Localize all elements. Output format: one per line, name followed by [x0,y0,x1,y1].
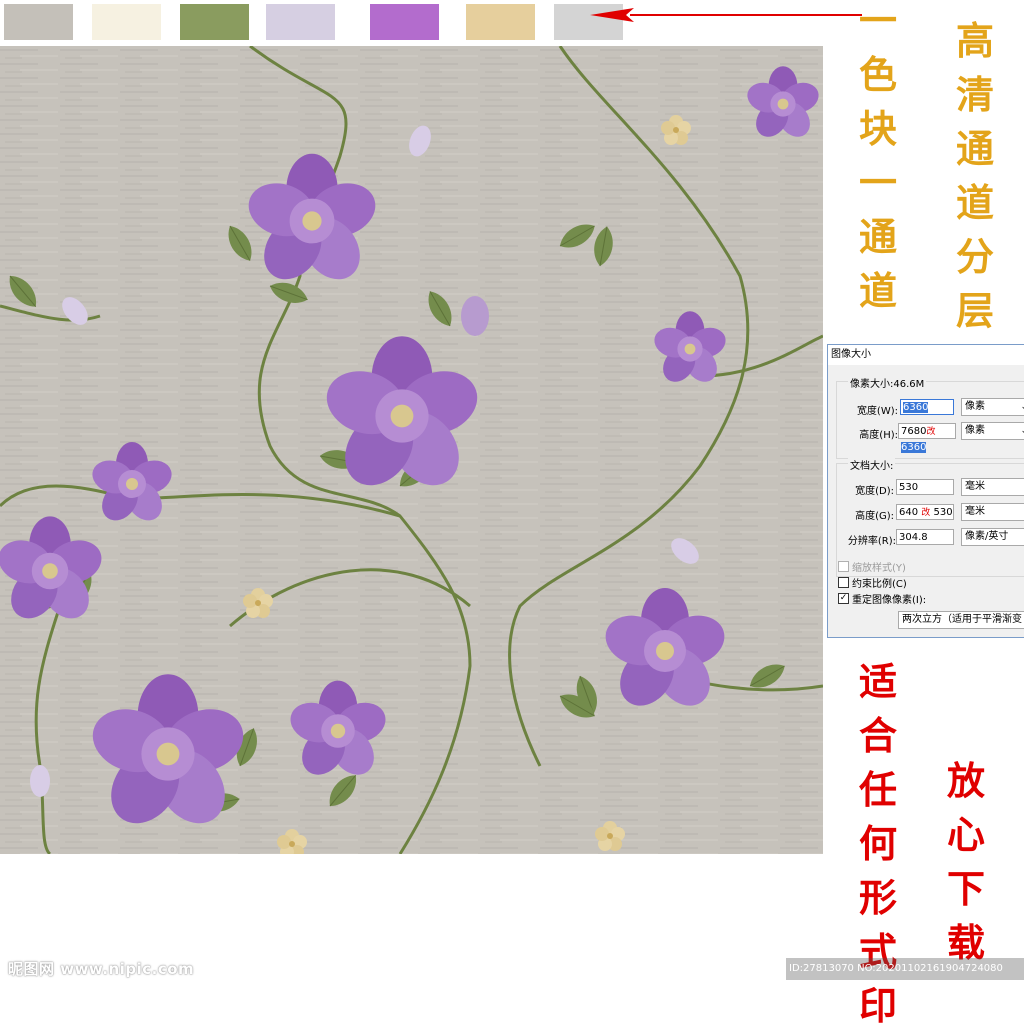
width-unit-value: 像素 [965,401,985,412]
color-swatch-3 [180,4,249,40]
floral-pattern-image [0,46,823,854]
width-unit-select[interactable]: 像素 ⌄ [961,398,1024,416]
doc-width-unit-value: 毫米 [965,481,985,492]
constrain-proportions-checkbox[interactable] [838,577,849,588]
resolution-unit-value: 像素/英寸 [965,531,1009,542]
width-label: 宽度(W): [856,406,898,417]
chevron-down-icon: ⌄ [1020,399,1024,415]
pixel-dimensions-label: 像素大小:46.6M [848,375,927,390]
color-swatch-5 [370,4,439,40]
image-size-dialog: 图像大小 像素大小:46.6M 宽度(W): 6360 像素 ⌄ 高度(H): 7… [827,344,1024,638]
doc-width-value: 530 [899,482,919,493]
width-input[interactable]: 6360 [900,399,954,415]
height-old-value: 7680 [901,426,927,437]
doc-height-value: 530 [933,507,953,518]
width-value: 6360 [903,402,929,413]
doc-height-change-mark: 改 [921,508,931,518]
chevron-down-icon: ⌄ [1020,423,1024,439]
doc-width-label: 宽度(D): [855,486,894,497]
document-size-label: 文档大小: [848,457,896,472]
resolution-value: 304.8 [899,532,928,543]
height-unit-select[interactable]: 像素 ⌄ [961,422,1024,440]
height-value: 6360 [901,442,927,453]
image-id-watermark: ID:27813070 NO:20201102161904724080 [786,958,1024,980]
pixel-dimensions-group [836,381,1024,459]
color-swatch-2 [92,4,161,40]
height-unit-value: 像素 [965,425,985,436]
hd-layers-note: 高 清 通 道 分 层 [955,18,994,333]
height-change-mark: 改 [926,427,936,437]
download-note: 放 心 下 载 [946,758,985,965]
checkmark-icon: ✓ [839,593,848,603]
constrain-proportions-label: 约束比例(C) [852,579,907,590]
color-swatch-1 [4,4,73,40]
resample-image-checkbox[interactable]: ✓ [838,593,849,604]
resolution-label: 分辨率(R): [847,536,896,547]
left-arrow-icon [590,8,862,22]
site-watermark: 昵图网 www.nipic.com [8,960,195,978]
color-swatch-4 [266,4,335,40]
resolution-input[interactable]: 304.8 [896,529,954,545]
doc-height-old-value: 640 [899,507,919,518]
height-input[interactable]: 7680改 6360 [898,423,956,453]
scale-styles-checkbox[interactable] [838,561,849,572]
resample-method-value: 两次立方（适用于平滑渐变 [902,614,1022,625]
height-label: 高度(H): [859,430,898,441]
scale-styles-label: 缩放样式(Y) [852,563,906,574]
color-channel-note: 一 色 块 一 通 道 [858,0,897,313]
resample-image-label: 重定图像像素(I): [852,595,927,606]
resolution-unit-select[interactable]: 像素/英寸 [961,528,1024,546]
doc-width-unit-select[interactable]: 毫米 [961,478,1024,496]
doc-height-unit-value: 毫米 [965,506,985,517]
dialog-title: 图像大小 [828,345,1024,365]
doc-width-input[interactable]: 530 [896,479,954,495]
resample-method-select[interactable]: 两次立方（适用于平滑渐变 [898,611,1024,629]
doc-height-unit-select[interactable]: 毫米 [961,503,1024,521]
doc-height-label: 高度(G): [855,511,894,522]
color-swatch-6 [466,4,535,40]
doc-height-input[interactable]: 640 改 530 [896,504,954,520]
